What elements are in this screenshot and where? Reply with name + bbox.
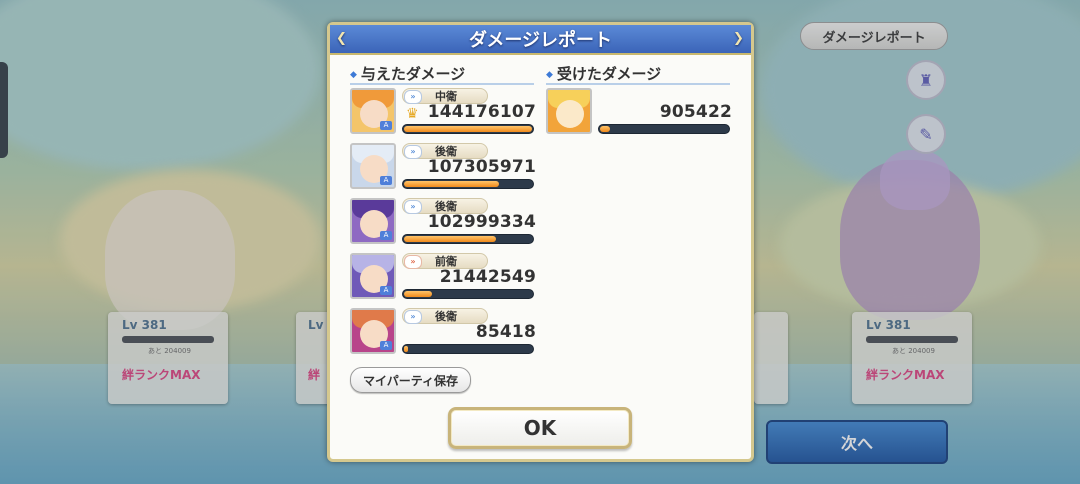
damage-value: 21442549 [439, 267, 536, 287]
section-divider [546, 83, 730, 85]
header-ornament-icon: ❯ [733, 31, 744, 46]
damage-bar [402, 179, 534, 189]
star-rank-badge-icon: A [380, 231, 392, 240]
damage-bar-fill [600, 126, 610, 132]
dialog-title: ダメージレポート [468, 30, 613, 51]
dealt-damage-title: 与えたダメージ [360, 65, 466, 83]
received-damage-heading: ◆ 受けたダメージ [546, 63, 661, 84]
dealt-damage-row: A » 前衛 21442549 [350, 253, 540, 303]
dealt-damage-row: A » 後衛 107305971 [350, 143, 540, 193]
damage-bar-fill [404, 291, 432, 297]
character-portrait[interactable]: A [350, 198, 396, 244]
damage-bar [402, 124, 534, 134]
dealt-damage-row: A » 中衛 ♛ 144176107 [350, 88, 540, 138]
damage-bar [598, 124, 730, 134]
damage-bar [402, 289, 534, 299]
portrait-face [556, 100, 584, 128]
dealt-damage-row: A » 後衛 102999334 [350, 198, 540, 248]
character-portrait[interactable]: A [350, 88, 396, 134]
star-rank-badge-icon: A [380, 176, 392, 185]
damage-bar-fill [404, 346, 408, 352]
dealt-damage-heading: ◆ 与えたダメージ [350, 63, 465, 84]
position-arrow-icon: » [404, 145, 422, 159]
character-portrait[interactable]: A [350, 308, 396, 354]
character-portrait[interactable]: A [350, 143, 396, 189]
position-arrow-icon: » [404, 90, 422, 104]
star-rank-badge-icon: A [380, 286, 392, 295]
received-damage-title: 受けたダメージ [556, 65, 662, 83]
position-label: 後衛 [435, 310, 457, 323]
damage-bar-fill [404, 126, 532, 132]
diamond-icon: ◆ [546, 69, 553, 80]
ok-button[interactable]: OK [448, 407, 632, 449]
section-divider [350, 83, 534, 85]
damage-bar [402, 344, 534, 354]
damage-value: 144176107 [427, 102, 536, 122]
star-rank-badge-icon: A [380, 341, 392, 350]
damage-value: 107305971 [427, 157, 536, 177]
position-arrow-icon: » [404, 255, 422, 269]
dealt-damage-row: A » 後衛 85418 [350, 308, 540, 358]
damage-bar-fill [404, 236, 496, 242]
damage-report-dialog: ❮ ダメージレポート ❯ ◆ 与えたダメージ ◆ 受けたダメージ A » 中衛 ♛ … [327, 22, 754, 462]
header-ornament-icon: ❮ [336, 31, 347, 46]
save-party-button[interactable]: マイパーティ保存 [350, 367, 471, 393]
position-arrow-icon: » [404, 200, 422, 214]
damage-value: 905422 [659, 102, 732, 122]
crown-icon: ♛ [406, 106, 419, 122]
damage-value: 85418 [475, 322, 536, 342]
enemy-portrait[interactable] [546, 88, 592, 134]
damage-value: 102999334 [427, 212, 536, 232]
diamond-icon: ◆ [350, 69, 357, 80]
star-rank-badge-icon: A [380, 121, 392, 130]
dialog-header: ❮ ダメージレポート ❯ [330, 25, 751, 55]
position-arrow-icon: » [404, 310, 422, 324]
damage-bar-fill [404, 181, 499, 187]
damage-bar [402, 234, 534, 244]
received-damage-row: 905422 [546, 88, 736, 138]
character-portrait[interactable]: A [350, 253, 396, 299]
